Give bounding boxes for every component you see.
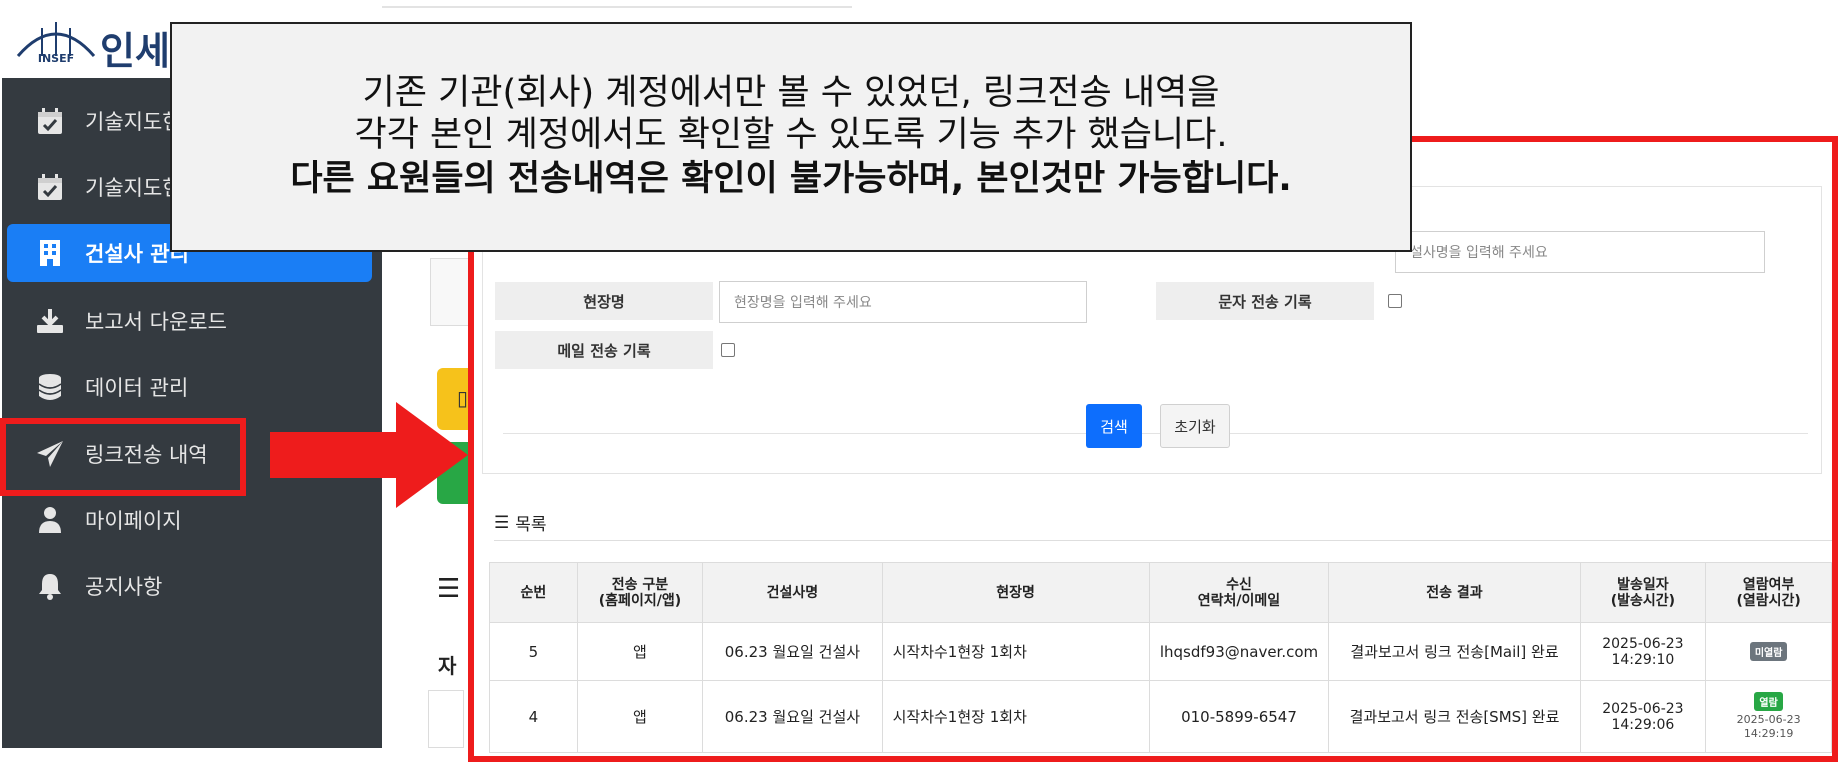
divider [494, 540, 1832, 541]
sidebar-item-notice[interactable]: 공지사항 [7, 557, 372, 615]
sidebar-item-label: 마이페이지 [85, 509, 182, 533]
callout-line-2: 각각 본인 계정에서도 확인할 수 있도록 기능 추가 했습니다. [354, 115, 1228, 155]
cell-site: 시작차수1현장 1회차 [881, 622, 1150, 681]
sidebar-item-label: 기술지도현 [85, 176, 182, 200]
cell-read: 미열람 [1705, 622, 1832, 681]
col-header-no: 순번 [489, 562, 578, 623]
col-header-sent: 발송일자 (발송시간) [1579, 562, 1707, 623]
database-icon [31, 368, 69, 406]
cell-sent: 2025-06-23 14:29:10 [1579, 622, 1707, 681]
callout-line-3: 다른 요원들의 전송내역은 확인이 불가능하며, 본인것만 가능합니다. [290, 159, 1292, 199]
insef-logo-icon: INSEF [16, 22, 96, 64]
table-row[interactable]: 5 앱 06.23 월요일 건설사 시작차수1현장 1회차 lhqsdf93@n… [489, 622, 1832, 681]
cell-type: 앱 [576, 680, 704, 753]
panel-edge [428, 690, 464, 748]
col-header-company: 건설사명 [702, 562, 883, 623]
announcement-callout: 기존 기관(회사) 계정에서만 볼 수 있었던, 링크전송 내역을 각각 본인 … [170, 22, 1412, 252]
sidebar-item-report-download[interactable]: 보고서 다운로드 [7, 292, 372, 350]
section-label-edge: 자 [438, 654, 457, 678]
red-arrow-icon [270, 402, 468, 508]
list-icon: ☰ [437, 574, 461, 604]
reset-button[interactable]: 초기화 [1160, 404, 1230, 448]
mail-log-checkbox[interactable] [721, 343, 735, 357]
calendar-check-icon [31, 168, 69, 206]
list-title: ☰ 목록 [494, 510, 547, 536]
divider [503, 433, 1808, 434]
cell-result: 결과보고서 링크 전송[Mail] 완료 [1328, 622, 1581, 681]
cell-company: 06.23 월요일 건설사 [702, 622, 883, 681]
cell-recipient: 010-5899-6547 [1148, 680, 1330, 753]
cell-type: 앱 [576, 622, 704, 681]
cell-result: 결과보고서 링크 전송[SMS] 완료 [1328, 680, 1581, 753]
cell-read: 열람 2025-06-23 14:29:19 [1705, 680, 1832, 753]
col-header-recipient: 수신 연락처/이메일 [1148, 562, 1330, 623]
cell-no: 4 [489, 680, 578, 753]
sidebar-item-label: 공지사항 [85, 575, 163, 599]
divider [382, 6, 852, 8]
table-header-row: 순번 전송 구분 (홈페이지/앱) 건설사명 현장명 수신 연락처/이메일 전송… [489, 562, 1832, 623]
logo-mark-text: INSEF [38, 52, 74, 64]
bell-icon [31, 567, 69, 605]
sidebar-item-label: 기술지도현 [85, 110, 182, 134]
sidebar-item-label: 데이터 관리 [85, 376, 189, 400]
cell-sent: 2025-06-23 14:29:06 [1579, 680, 1707, 753]
list-icon: ☰ [494, 512, 510, 533]
logo-title: 인세 [100, 29, 170, 73]
col-header-site: 현장명 [881, 562, 1150, 623]
sms-log-label: 문자 전송 기록 [1156, 282, 1374, 320]
status-badge: 미열람 [1749, 642, 1788, 661]
site-name-input[interactable]: 현장명을 입력해 주세요 [719, 281, 1087, 323]
col-header-type: 전송 구분 (홈페이지/앱) [576, 562, 704, 623]
cell-no: 5 [489, 622, 578, 681]
site-name-label: 현장명 [495, 282, 713, 320]
building-icon [31, 234, 69, 272]
search-button[interactable]: 검색 [1086, 404, 1142, 448]
cell-recipient: lhqsdf93@naver.com [1148, 622, 1330, 681]
mail-log-label: 메일 전송 기록 [495, 331, 713, 369]
cell-site: 시작차수1현장 1회차 [881, 680, 1150, 753]
status-badge: 열람 [1754, 692, 1783, 711]
link-history-highlight [0, 418, 246, 496]
sms-log-checkbox[interactable] [1388, 294, 1402, 308]
cell-company: 06.23 월요일 건설사 [702, 680, 883, 753]
link-history-table: 순번 전송 구분 (홈페이지/앱) 건설사명 현장명 수신 연락처/이메일 전송… [489, 562, 1832, 753]
col-header-result: 전송 결과 [1328, 562, 1581, 623]
list-title-text: 목록 [515, 515, 547, 535]
read-time: 2025-06-23 14:29:19 [1736, 713, 1801, 740]
col-header-read: 열람여부 (열람시간) [1705, 562, 1832, 623]
sidebar-item-label: 보고서 다운로드 [85, 310, 227, 334]
table-row[interactable]: 4 앱 06.23 월요일 건설사 시작차수1현장 1회차 010-5899-6… [489, 680, 1832, 753]
callout-line-1: 기존 기관(회사) 계정에서만 볼 수 있었던, 링크전송 내역을 [362, 73, 1220, 113]
download-icon [31, 302, 69, 340]
user-icon [31, 501, 69, 539]
company-name-input[interactable]: 설사명을 입력해 주세요 [1395, 231, 1765, 273]
calendar-check-icon [31, 102, 69, 140]
